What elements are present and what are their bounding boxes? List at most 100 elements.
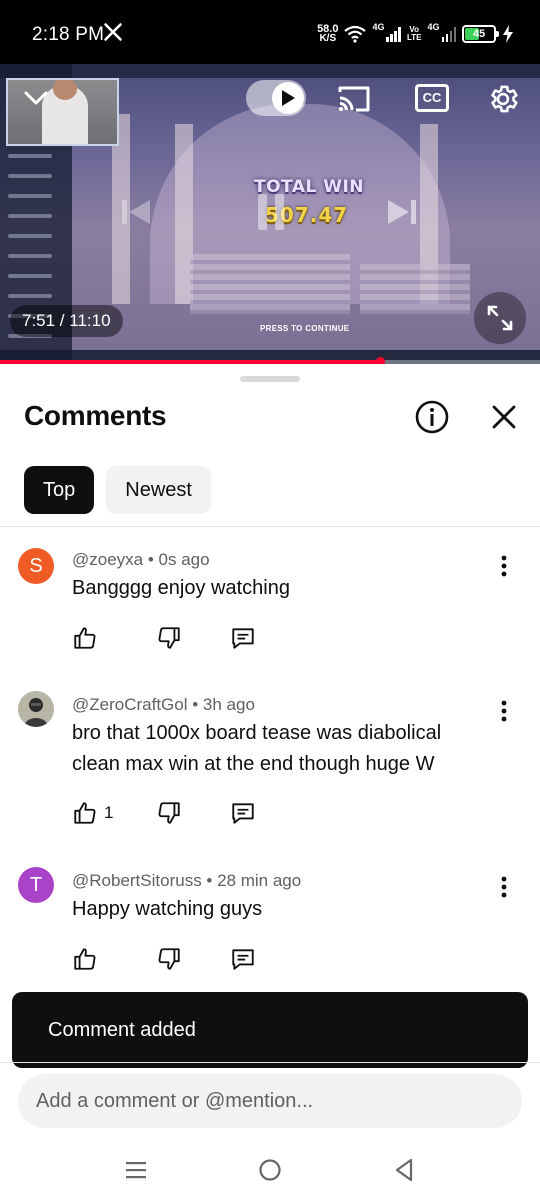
comments-title: Comments bbox=[24, 400, 167, 431]
reply-button[interactable] bbox=[230, 799, 256, 827]
game-stairs bbox=[190, 254, 350, 314]
playback-time: 7:51 / 11:10 bbox=[10, 305, 123, 337]
cc-label: CC bbox=[422, 90, 442, 105]
volte-bottom: LTE bbox=[406, 33, 422, 42]
like-button[interactable] bbox=[72, 945, 98, 973]
composer-divider bbox=[0, 1062, 540, 1063]
video-player[interactable]: TOTAL WIN 507.47 PRESS TO CONTINUE CC 7:… bbox=[0, 64, 540, 364]
comment-text: bro that 1000x board tease was diabolica… bbox=[72, 722, 442, 775]
home-circle-icon bbox=[259, 1159, 281, 1181]
dislike-button[interactable] bbox=[156, 945, 182, 973]
tab-newest[interactable]: Newest bbox=[106, 466, 211, 514]
comment-input[interactable] bbox=[18, 1074, 522, 1128]
comment-text: Bangggg enjoy watching bbox=[72, 577, 290, 599]
comment-composer bbox=[18, 1074, 522, 1128]
comment-more-button[interactable] bbox=[492, 699, 516, 723]
cast-icon bbox=[338, 86, 370, 112]
avatar[interactable]: T bbox=[18, 867, 54, 903]
thumbs-down-icon bbox=[158, 948, 180, 970]
close-button[interactable] bbox=[486, 399, 522, 435]
skip-next-icon bbox=[388, 200, 416, 224]
comment-more-button[interactable] bbox=[492, 554, 516, 578]
like-button[interactable] bbox=[72, 624, 98, 652]
system-nav-bar bbox=[0, 1138, 540, 1200]
avatar-letter: T bbox=[29, 874, 43, 896]
info-button[interactable] bbox=[414, 399, 450, 435]
play-pause-button[interactable] bbox=[254, 192, 288, 232]
fullscreen-button[interactable] bbox=[474, 292, 526, 344]
sort-tabs: Top Newest bbox=[24, 466, 211, 514]
chevron-down-icon bbox=[24, 91, 48, 105]
comment-time: 28 min ago bbox=[217, 871, 302, 890]
battery-icon: 45 bbox=[462, 25, 499, 43]
recents-button[interactable] bbox=[122, 1156, 150, 1184]
reply-button[interactable] bbox=[230, 624, 256, 652]
comment-time: 3h ago bbox=[202, 695, 255, 714]
divider bbox=[0, 526, 540, 527]
previous-button[interactable] bbox=[112, 194, 162, 230]
minimize-button[interactable] bbox=[20, 82, 52, 114]
avatar-letter: S bbox=[29, 555, 43, 577]
skip-previous-icon bbox=[122, 200, 150, 224]
comment-meta: @zoeyxa • 0s ago bbox=[72, 550, 210, 569]
more-vert-icon bbox=[501, 555, 507, 577]
avatar-image bbox=[18, 691, 54, 727]
status-time: 2:18 PM bbox=[32, 24, 105, 45]
signal-sim1-icon: 4G bbox=[372, 22, 401, 42]
thumbs-up-icon bbox=[74, 627, 96, 649]
reply-icon bbox=[232, 628, 254, 649]
next-button[interactable] bbox=[380, 194, 430, 230]
snackbar-text: Comment added bbox=[48, 1019, 196, 1041]
battery-level: 45 bbox=[472, 28, 486, 40]
thumbs-down-icon bbox=[158, 627, 180, 649]
network-speed-unit: K/S bbox=[319, 33, 337, 44]
game-header-strip bbox=[0, 64, 540, 78]
volte-indicator: Vo LTE bbox=[407, 26, 422, 42]
back-button[interactable] bbox=[390, 1156, 418, 1184]
comment-meta: @ZeroCraftGol • 3h ago bbox=[72, 695, 255, 714]
tab-top[interactable]: Top bbox=[24, 466, 95, 514]
comment-author[interactable]: @ZeroCraftGol bbox=[72, 695, 188, 714]
like-count: 1 bbox=[104, 803, 114, 822]
comment-more-button[interactable] bbox=[492, 875, 516, 899]
more-vert-icon bbox=[501, 700, 507, 722]
sim2-label: 4G bbox=[427, 22, 440, 32]
fullscreen-icon bbox=[487, 305, 513, 331]
comment-time: 0s ago bbox=[158, 550, 210, 569]
sim1-label: 4G bbox=[372, 22, 385, 32]
comment-author[interactable]: @RobertSitoruss bbox=[72, 871, 202, 890]
gear-icon bbox=[491, 85, 518, 113]
avatar[interactable]: S bbox=[18, 548, 54, 584]
game-stairs bbox=[360, 264, 470, 314]
x-app-icon bbox=[104, 23, 122, 41]
drag-handle[interactable] bbox=[240, 376, 300, 382]
reply-icon bbox=[232, 949, 254, 970]
status-bar: 2:18 PM 58.0 K/S 4G Vo LTE 4G 45 bbox=[0, 0, 540, 64]
screen: 2:18 PM 58.0 K/S 4G Vo LTE 4G 45 TOTAL W… bbox=[0, 0, 540, 1200]
reply-button[interactable] bbox=[230, 945, 256, 973]
menu-icon bbox=[126, 1162, 146, 1179]
progress-scrubber[interactable] bbox=[375, 357, 385, 364]
close-icon bbox=[492, 405, 516, 429]
captions-button[interactable]: CC bbox=[414, 82, 450, 114]
pause-icon bbox=[258, 194, 284, 230]
more-vert-icon bbox=[501, 876, 507, 898]
autoplay-toggle[interactable] bbox=[246, 80, 306, 116]
dislike-button[interactable] bbox=[156, 624, 182, 652]
comment-meta: @RobertSitoruss • 28 min ago bbox=[72, 871, 302, 890]
status-icons: 58.0 K/S 4G Vo LTE 4G 45 bbox=[317, 20, 514, 48]
comment-author[interactable]: @zoeyxa bbox=[72, 550, 143, 569]
info-icon bbox=[415, 400, 449, 434]
like-button[interactable]: 1 bbox=[72, 799, 113, 827]
dislike-button[interactable] bbox=[156, 799, 182, 827]
network-speed: 58.0 K/S bbox=[317, 24, 338, 44]
thumbs-down-icon bbox=[158, 802, 180, 824]
game-continue-prompt: PRESS TO CONTINUE bbox=[260, 324, 350, 333]
settings-button[interactable] bbox=[484, 80, 522, 118]
comment-text: Happy watching guys bbox=[72, 898, 263, 920]
avatar[interactable] bbox=[18, 691, 54, 727]
play-icon bbox=[282, 90, 295, 106]
home-button[interactable] bbox=[256, 1156, 284, 1184]
cast-button[interactable] bbox=[334, 82, 374, 116]
thumbs-up-icon bbox=[74, 948, 96, 970]
